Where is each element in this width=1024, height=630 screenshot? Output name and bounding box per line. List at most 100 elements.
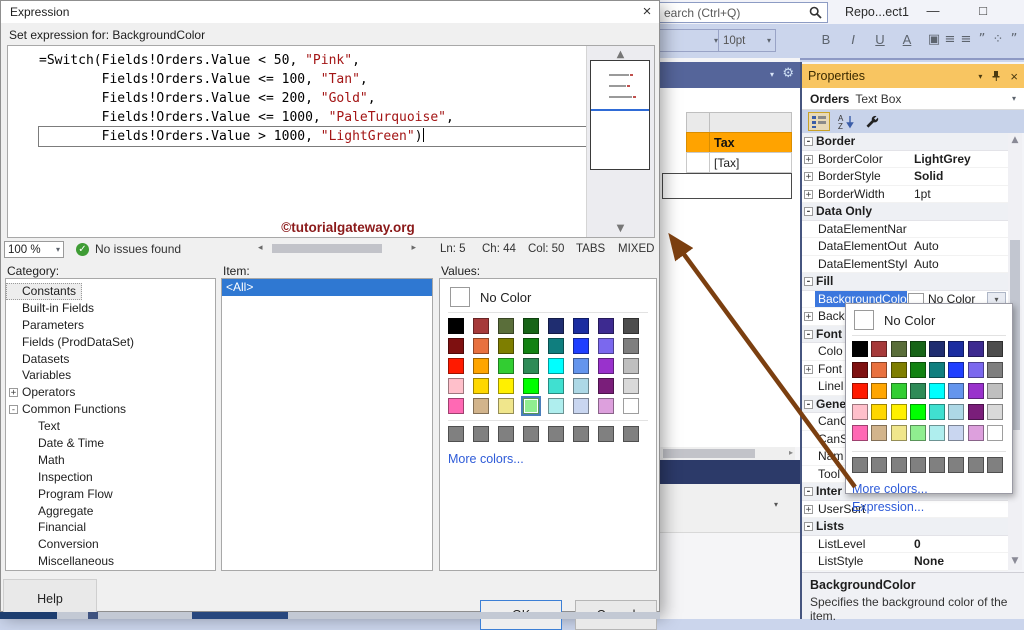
item-row[interactable]: <All> [222,279,432,296]
property-row-dataelementout[interactable]: DataElementOutAuto [802,238,1008,256]
color-swatch[interactable] [448,398,464,414]
color-swatch[interactable] [623,398,639,414]
color-swatch[interactable] [623,378,639,394]
color-swatch[interactable] [910,404,926,420]
font-size-combobox[interactable]: 10pt▾ [718,29,776,52]
property-row-borderwidth[interactable]: +BorderWidth1pt [802,186,1008,204]
expression-code-editor[interactable]: =Switch(Fields!Orders.Value < 50, "Pink"… [7,45,655,238]
color-swatch[interactable] [910,457,926,473]
color-swatch[interactable] [910,362,926,378]
scroll-left-icon[interactable]: ◂ [258,243,263,253]
color-swatch[interactable] [968,425,984,441]
color-swatch[interactable] [623,318,639,334]
category-item-aggregate[interactable]: Aggregate [6,503,215,520]
scroll-up-icon[interactable]: ▲ [1008,135,1022,145]
color-swatch[interactable] [891,404,907,420]
color-swatch[interactable] [498,358,514,374]
underline-icon[interactable]: U [869,31,891,50]
category-item-inspection[interactable]: Inspection [6,469,215,486]
category-item-date-time[interactable]: Date & Time [6,435,215,452]
gear-icon[interactable]: ⚙ [782,66,794,81]
color-swatch[interactable] [891,457,907,473]
code-line-2[interactable]: Fields!Orders.Value <= 100, "Tan", [39,70,586,89]
collapse-icon[interactable]: - [804,137,813,146]
code-area[interactable]: =Switch(Fields!Orders.Value < 50, "Pink"… [8,46,586,237]
collapse-icon[interactable]: - [804,522,813,531]
color-swatch[interactable] [929,425,945,441]
color-swatch[interactable] [523,398,539,414]
color-swatch[interactable] [910,425,926,441]
category-item-parameters[interactable]: Parameters [6,317,215,334]
color-swatch[interactable] [598,338,614,354]
color-swatch[interactable] [852,425,868,441]
color-swatch[interactable] [598,318,614,334]
collapse-icon[interactable]: - [804,277,813,286]
color-swatch[interactable] [523,426,539,442]
table-row-handle[interactable] [686,152,710,173]
color-swatch[interactable] [948,362,964,378]
color-swatch[interactable] [948,457,964,473]
category-item-built-in-fields[interactable]: Built-in Fields [6,300,215,317]
color-swatch[interactable] [448,426,464,442]
window-position-icon[interactable]: ▾ [978,72,982,81]
alphabetical-sort-icon[interactable]: AZ [838,114,856,130]
color-swatch[interactable] [548,398,564,414]
collapse-icon[interactable]: - [804,330,813,339]
color-swatch[interactable] [573,358,589,374]
expand-icon[interactable]: + [804,172,813,181]
color-swatch[interactable] [598,358,614,374]
color-swatch[interactable] [573,398,589,414]
color-swatch[interactable] [987,362,1003,378]
color-swatch[interactable] [871,362,887,378]
code-line-5[interactable]: Fields!Orders.Value > 1000, "LightGreen"… [39,127,586,146]
chevron-down-icon[interactable]: ▾ [774,500,778,509]
color-swatch[interactable] [891,425,907,441]
scrollbar-thumb[interactable] [663,449,755,458]
close-icon[interactable]: × [1010,69,1018,84]
scroll-down-icon[interactable]: ▼ [1008,556,1022,566]
magnifier-icon[interactable]: ⌕ [1019,31,1024,50]
color-swatch[interactable] [498,318,514,334]
scrollbar-thumb[interactable] [272,244,382,253]
editor-horizontal-scrollbar[interactable]: ◂ ▸ [258,242,416,255]
property-row-liststyle[interactable]: ListStyleNone [802,553,1008,571]
color-swatch[interactable] [498,426,514,442]
category-item-variables[interactable]: Variables [6,367,215,384]
color-swatch[interactable] [948,383,964,399]
category-item-conversion[interactable]: Conversion [6,536,215,553]
color-swatch[interactable] [948,425,964,441]
color-swatch[interactable] [891,362,907,378]
color-swatch[interactable] [473,318,489,334]
category-item-common-functions[interactable]: -Common Functions [6,401,215,418]
category-item-operators[interactable]: +Operators [6,384,215,401]
color-swatch[interactable] [523,338,539,354]
category-item-datasets[interactable]: Datasets [6,351,215,368]
color-swatch[interactable] [968,404,984,420]
color-swatch[interactable] [598,378,614,394]
category-tree[interactable]: ConstantsBuilt-in FieldsParametersFields… [5,278,216,571]
zoom-level-combobox[interactable]: 100 %▾ [4,241,64,258]
color-swatch[interactable] [548,318,564,334]
properties-panel-header[interactable]: Properties ▾ × [802,64,1024,88]
color-swatch[interactable] [871,341,887,357]
more-colors-link[interactable]: More colors... [852,482,1006,496]
color-swatch[interactable] [473,358,489,374]
property-row-data-only[interactable]: -Data Only [802,203,1008,221]
color-swatch[interactable] [871,383,887,399]
color-swatch[interactable] [573,338,589,354]
property-row-dataelementstyl[interactable]: DataElementStylAuto [802,256,1008,274]
expand-icon[interactable]: + [9,388,18,397]
expand-icon[interactable]: + [804,365,813,374]
color-swatch[interactable] [573,378,589,394]
color-swatch[interactable] [473,378,489,394]
color-swatch[interactable] [987,341,1003,357]
color-swatch[interactable] [448,358,464,374]
color-swatch[interactable] [987,404,1003,420]
italic-icon[interactable]: I [842,31,864,50]
property-row-bordercolor[interactable]: +BorderColorLightGrey [802,151,1008,169]
color-swatch[interactable] [929,404,945,420]
code-line-3[interactable]: Fields!Orders.Value <= 200, "Gold", [39,89,586,108]
color-swatch[interactable] [473,398,489,414]
color-swatch[interactable] [623,426,639,442]
color-swatch[interactable] [548,378,564,394]
